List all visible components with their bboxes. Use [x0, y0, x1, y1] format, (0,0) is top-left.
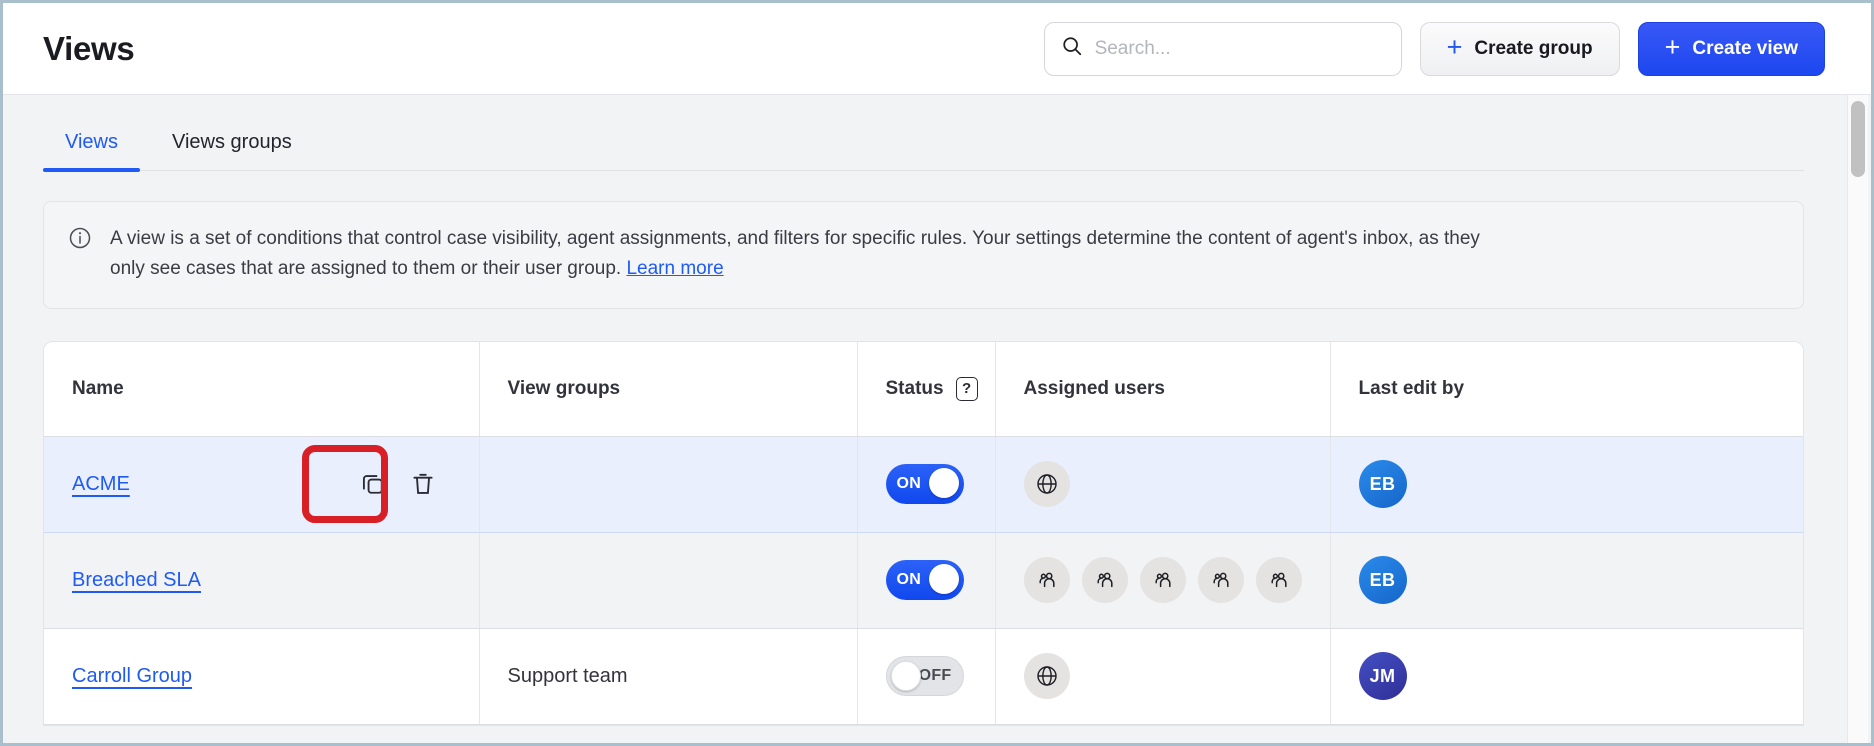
- column-label: View groups: [508, 378, 621, 400]
- column-label: Last edit by: [1359, 378, 1465, 400]
- cell-name: ACME: [44, 436, 479, 532]
- row-action-buttons: [359, 470, 437, 498]
- table-row[interactable]: Breached SLA ON: [44, 532, 1803, 628]
- status-help-icon[interactable]: ?: [956, 377, 978, 401]
- app-window: Views + Create group + Create view: [0, 0, 1874, 746]
- user-group-icon[interactable]: [1024, 557, 1070, 603]
- learn-more-link[interactable]: Learn more: [626, 258, 723, 279]
- assigned-users-list: [1024, 557, 1330, 603]
- cell-last-edit-by: EB: [1330, 532, 1803, 628]
- search-icon: [1061, 35, 1083, 62]
- assigned-users-list: [1024, 653, 1330, 699]
- cell-name: Carroll Group: [44, 628, 479, 724]
- avatar[interactable]: EB: [1359, 556, 1407, 604]
- search-box[interactable]: [1044, 22, 1402, 76]
- status-toggle[interactable]: OFF: [886, 656, 964, 696]
- page-header: Views + Create group + Create view: [3, 3, 1871, 95]
- scrollbar-thumb[interactable]: [1851, 101, 1865, 177]
- view-name-link[interactable]: Breached SLA: [72, 569, 201, 591]
- column-header-view-groups: View groups: [479, 342, 857, 436]
- cell-status: OFF: [857, 628, 995, 724]
- cell-name: Breached SLA: [44, 532, 479, 628]
- cell-status: ON: [857, 436, 995, 532]
- globe-icon[interactable]: [1024, 653, 1070, 699]
- create-group-label: Create group: [1474, 38, 1592, 60]
- banner-text-block: A view is a set of conditions that contr…: [110, 224, 1510, 284]
- toggle-knob: [929, 468, 959, 498]
- user-group-icon[interactable]: [1140, 557, 1186, 603]
- globe-icon[interactable]: [1024, 461, 1070, 507]
- status-toggle[interactable]: ON: [886, 464, 964, 504]
- duplicate-icon[interactable]: [359, 470, 387, 498]
- table-header: Name View groups Status ? Assign: [44, 342, 1803, 436]
- cell-assigned-users: [995, 532, 1330, 628]
- tab-views[interactable]: Views: [43, 131, 140, 170]
- tab-bar: Views Views groups: [43, 95, 1804, 171]
- views-table: Name View groups Status ? Assign: [43, 341, 1804, 726]
- status-toggle-label: ON: [897, 475, 922, 493]
- page-body: Views Views groups A view is a set of co…: [3, 95, 1871, 743]
- user-group-icon[interactable]: [1256, 557, 1302, 603]
- cell-status: ON: [857, 532, 995, 628]
- table-body: ACME: [44, 436, 1803, 724]
- info-banner: A view is a set of conditions that contr…: [43, 201, 1804, 309]
- cell-assigned-users: [995, 628, 1330, 724]
- view-name-link[interactable]: ACME: [72, 473, 130, 495]
- cell-view-groups: [479, 436, 857, 532]
- cell-last-edit-by: EB: [1330, 436, 1803, 532]
- column-label: Status: [886, 378, 944, 400]
- status-toggle-label: OFF: [919, 667, 952, 685]
- status-toggle[interactable]: ON: [886, 560, 964, 600]
- info-circle-icon: [68, 226, 92, 250]
- delete-icon[interactable]: [409, 470, 437, 498]
- column-header-assigned-users: Assigned users: [995, 342, 1330, 436]
- create-view-button[interactable]: + Create view: [1638, 22, 1825, 76]
- table-row[interactable]: ACME: [44, 436, 1803, 532]
- cell-last-edit-by: JM: [1330, 628, 1803, 724]
- column-header-last-edit-by: Last edit by: [1330, 342, 1803, 436]
- avatar[interactable]: JM: [1359, 652, 1407, 700]
- column-header-name: Name: [44, 342, 479, 436]
- status-toggle-label: ON: [897, 571, 922, 589]
- assigned-users-list: [1024, 461, 1330, 507]
- create-group-button[interactable]: + Create group: [1420, 22, 1620, 76]
- tab-views-groups[interactable]: Views groups: [150, 131, 314, 170]
- plus-icon: +: [1447, 34, 1463, 61]
- column-label: Assigned users: [1024, 378, 1166, 400]
- table-header-row: Name View groups Status ? Assign: [44, 342, 1803, 436]
- vertical-scrollbar[interactable]: [1847, 95, 1868, 743]
- avatar[interactable]: EB: [1359, 460, 1407, 508]
- column-header-status: Status ?: [857, 342, 995, 436]
- column-label: Name: [72, 378, 124, 400]
- cell-view-groups: Support team: [479, 628, 857, 724]
- toggle-knob: [891, 661, 921, 691]
- create-view-label: Create view: [1692, 38, 1798, 60]
- cell-view-groups: [479, 532, 857, 628]
- header-actions: + Create group + Create view: [1044, 22, 1825, 76]
- toggle-knob: [929, 564, 959, 594]
- table-row[interactable]: Carroll Group Support team OFF: [44, 628, 1803, 724]
- search-input[interactable]: [1095, 38, 1385, 60]
- view-name-link[interactable]: Carroll Group: [72, 665, 192, 687]
- user-group-icon[interactable]: [1198, 557, 1244, 603]
- plus-icon: +: [1665, 34, 1681, 61]
- cell-assigned-users: [995, 436, 1330, 532]
- banner-text: A view is a set of conditions that contr…: [110, 228, 1480, 279]
- page-title: Views: [43, 30, 134, 68]
- user-group-icon[interactable]: [1082, 557, 1128, 603]
